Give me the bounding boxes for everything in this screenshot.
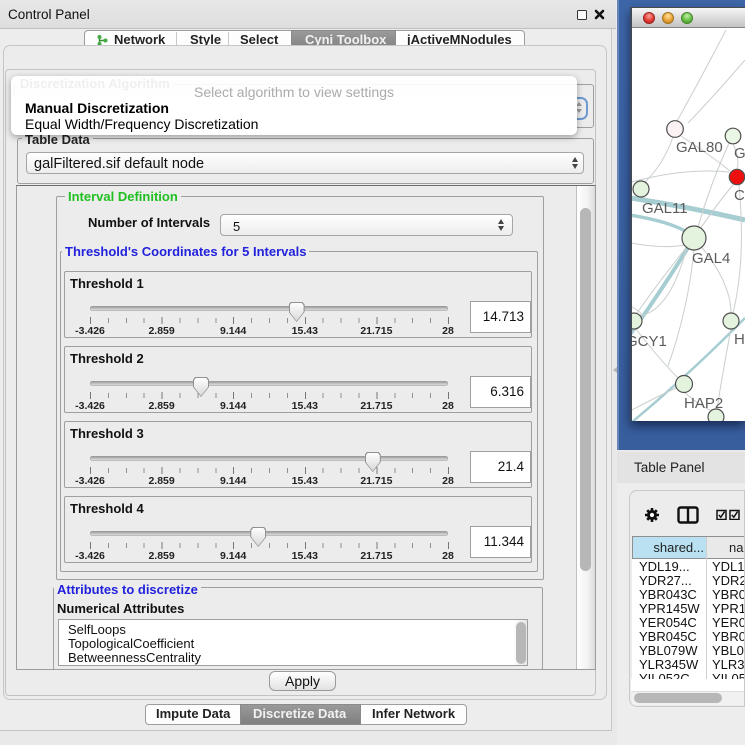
svg-text:GA: GA bbox=[734, 145, 745, 162]
svg-text:H: H bbox=[734, 331, 745, 348]
svg-text:C: C bbox=[734, 187, 745, 204]
svg-text:GAL80: GAL80 bbox=[676, 139, 723, 156]
svg-text:GAL11: GAL11 bbox=[642, 200, 688, 217]
svg-text:HAP2: HAP2 bbox=[684, 395, 723, 412]
svg-text:GAL4: GAL4 bbox=[692, 250, 730, 267]
svg-text:GCY1: GCY1 bbox=[632, 333, 667, 350]
